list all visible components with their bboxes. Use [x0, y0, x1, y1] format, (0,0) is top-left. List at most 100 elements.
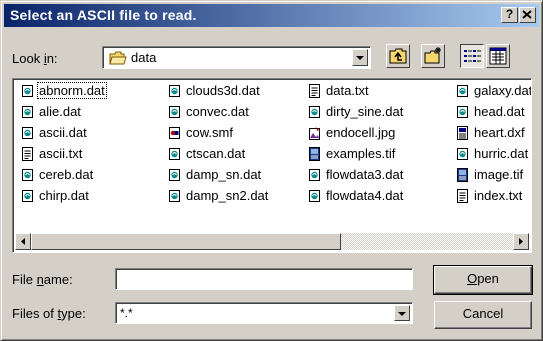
cancel-button[interactable]: Cancel [434, 301, 532, 329]
file-item[interactable]: galaxy.dat [456, 82, 532, 100]
file-dialog: Select an ASCII file to read. ? Look in:… [0, 0, 543, 341]
arrow-right-icon [519, 238, 523, 245]
file-item[interactable]: alie.dat [21, 103, 82, 121]
file-type-dropdown-button[interactable] [394, 305, 410, 321]
file-item[interactable]: data.txt [308, 82, 370, 100]
data-file-icon [456, 104, 473, 119]
data-file-icon [168, 188, 185, 203]
file-item-name: dirty_sine.dat [326, 104, 404, 119]
file-item[interactable]: damp_sn.dat [168, 166, 262, 184]
data-file-icon [456, 146, 473, 161]
file-type-value: *.* [120, 306, 133, 320]
data-file-icon [308, 167, 325, 182]
dialog-title: Select an ASCII file to read. [10, 7, 197, 23]
file-item-name: alie.dat [39, 104, 81, 119]
file-name-input[interactable] [115, 268, 413, 290]
data-file-icon [308, 104, 325, 119]
details-view-button[interactable] [486, 44, 510, 68]
file-item-name: examples.tif [326, 146, 396, 161]
look-in-combo[interactable]: data [102, 46, 371, 69]
open-folder-icon [109, 51, 127, 65]
file-item[interactable]: dirty_sine.dat [308, 103, 404, 121]
file-item[interactable]: flowdata4.dat [308, 187, 404, 205]
create-new-folder-button[interactable] [421, 44, 445, 68]
file-item[interactable]: chirp.dat [21, 187, 90, 205]
file-item[interactable]: ctscan.dat [168, 145, 246, 163]
text-file-icon [21, 146, 38, 161]
look-in-dropdown-button[interactable] [352, 49, 368, 66]
file-item-name: clouds3d.dat [186, 83, 260, 98]
file-item-name: cow.smf [186, 125, 233, 140]
file-item-name: ctscan.dat [186, 146, 246, 161]
file-item-name: heart.dxf [474, 125, 525, 140]
file-item[interactable]: endocell.jpg [308, 124, 396, 142]
file-item-name: damp_sn2.dat [186, 188, 269, 203]
data-file-icon [308, 188, 325, 203]
smf-file-icon [168, 125, 185, 140]
data-file-icon [168, 104, 185, 119]
scroll-thumb[interactable] [31, 233, 341, 250]
file-item[interactable]: cow.smf [168, 124, 234, 142]
details-view-icon [489, 47, 507, 65]
file-item-name: galaxy.dat [474, 83, 532, 98]
file-item[interactable]: heart.dxf [456, 124, 526, 142]
list-view-icon [464, 50, 481, 62]
file-item-name: index.txt [474, 188, 523, 203]
file-item-name: abnorm.dat [37, 82, 107, 99]
file-item-name: head.dat [474, 104, 525, 119]
up-folder-icon [389, 48, 407, 64]
file-item[interactable]: examples.tif [308, 145, 396, 163]
file-item-name: ascii.dat [39, 125, 87, 140]
file-item[interactable]: ascii.dat [21, 124, 88, 142]
file-item[interactable]: head.dat [456, 103, 526, 121]
file-item-name: chirp.dat [39, 188, 89, 203]
scroll-left-button[interactable] [15, 233, 31, 250]
close-icon [522, 10, 532, 19]
file-item[interactable]: cereb.dat [21, 166, 94, 184]
data-file-icon [168, 83, 185, 98]
file-item-name: ascii.txt [39, 146, 83, 161]
file-item[interactable]: index.txt [456, 187, 523, 205]
look-in-value: data [131, 50, 157, 65]
file-item-name: image.tif [474, 167, 524, 182]
tif-file-icon [456, 167, 473, 182]
file-item-name: cereb.dat [39, 167, 94, 182]
file-item-name: hurric.dat [474, 146, 529, 161]
title-bar[interactable]: Select an ASCII file to read. ? [4, 4, 539, 27]
data-file-icon [168, 146, 185, 161]
text-file-icon [456, 188, 473, 203]
file-item[interactable]: damp_sn2.dat [168, 187, 269, 205]
file-type-combo[interactable]: *.* [115, 302, 413, 324]
file-item[interactable]: image.tif [456, 166, 524, 184]
new-folder-icon [424, 47, 441, 64]
data-file-icon [21, 104, 38, 119]
file-item[interactable]: flowdata3.dat [308, 166, 404, 184]
tif-file-icon [308, 146, 325, 161]
arrow-left-icon [21, 238, 25, 245]
data-file-icon [21, 83, 38, 98]
close-button[interactable] [519, 7, 536, 23]
file-name-label: File name: [12, 272, 73, 287]
file-item-name: flowdata3.dat [326, 167, 404, 182]
scroll-right-button[interactable] [513, 233, 529, 250]
up-one-level-button[interactable] [386, 44, 410, 68]
file-item[interactable]: convec.dat [168, 103, 250, 121]
file-type-label: Files of type: [12, 306, 86, 321]
open-button[interactable]: Open [433, 265, 533, 295]
look-in-label: Look in: [12, 51, 58, 66]
data-file-icon [168, 167, 185, 182]
file-list[interactable]: abnorm.dat alie.dat ascii.dat ascii.txt cere… [12, 78, 532, 253]
file-item[interactable]: clouds3d.dat [168, 82, 261, 100]
help-button[interactable]: ? [501, 7, 518, 23]
file-item-name: convec.dat [186, 104, 249, 119]
horizontal-scrollbar[interactable] [15, 233, 529, 250]
file-item-name: damp_sn.dat [186, 167, 262, 182]
list-view-button[interactable] [460, 44, 484, 68]
file-item-name: flowdata4.dat [326, 188, 404, 203]
file-item[interactable]: abnorm.dat [21, 82, 107, 100]
dxf-file-icon [456, 125, 473, 140]
file-item[interactable]: ascii.txt [21, 145, 83, 163]
file-item[interactable]: hurric.dat [456, 145, 529, 163]
file-item-name: data.txt [326, 83, 369, 98]
data-file-icon [21, 188, 38, 203]
